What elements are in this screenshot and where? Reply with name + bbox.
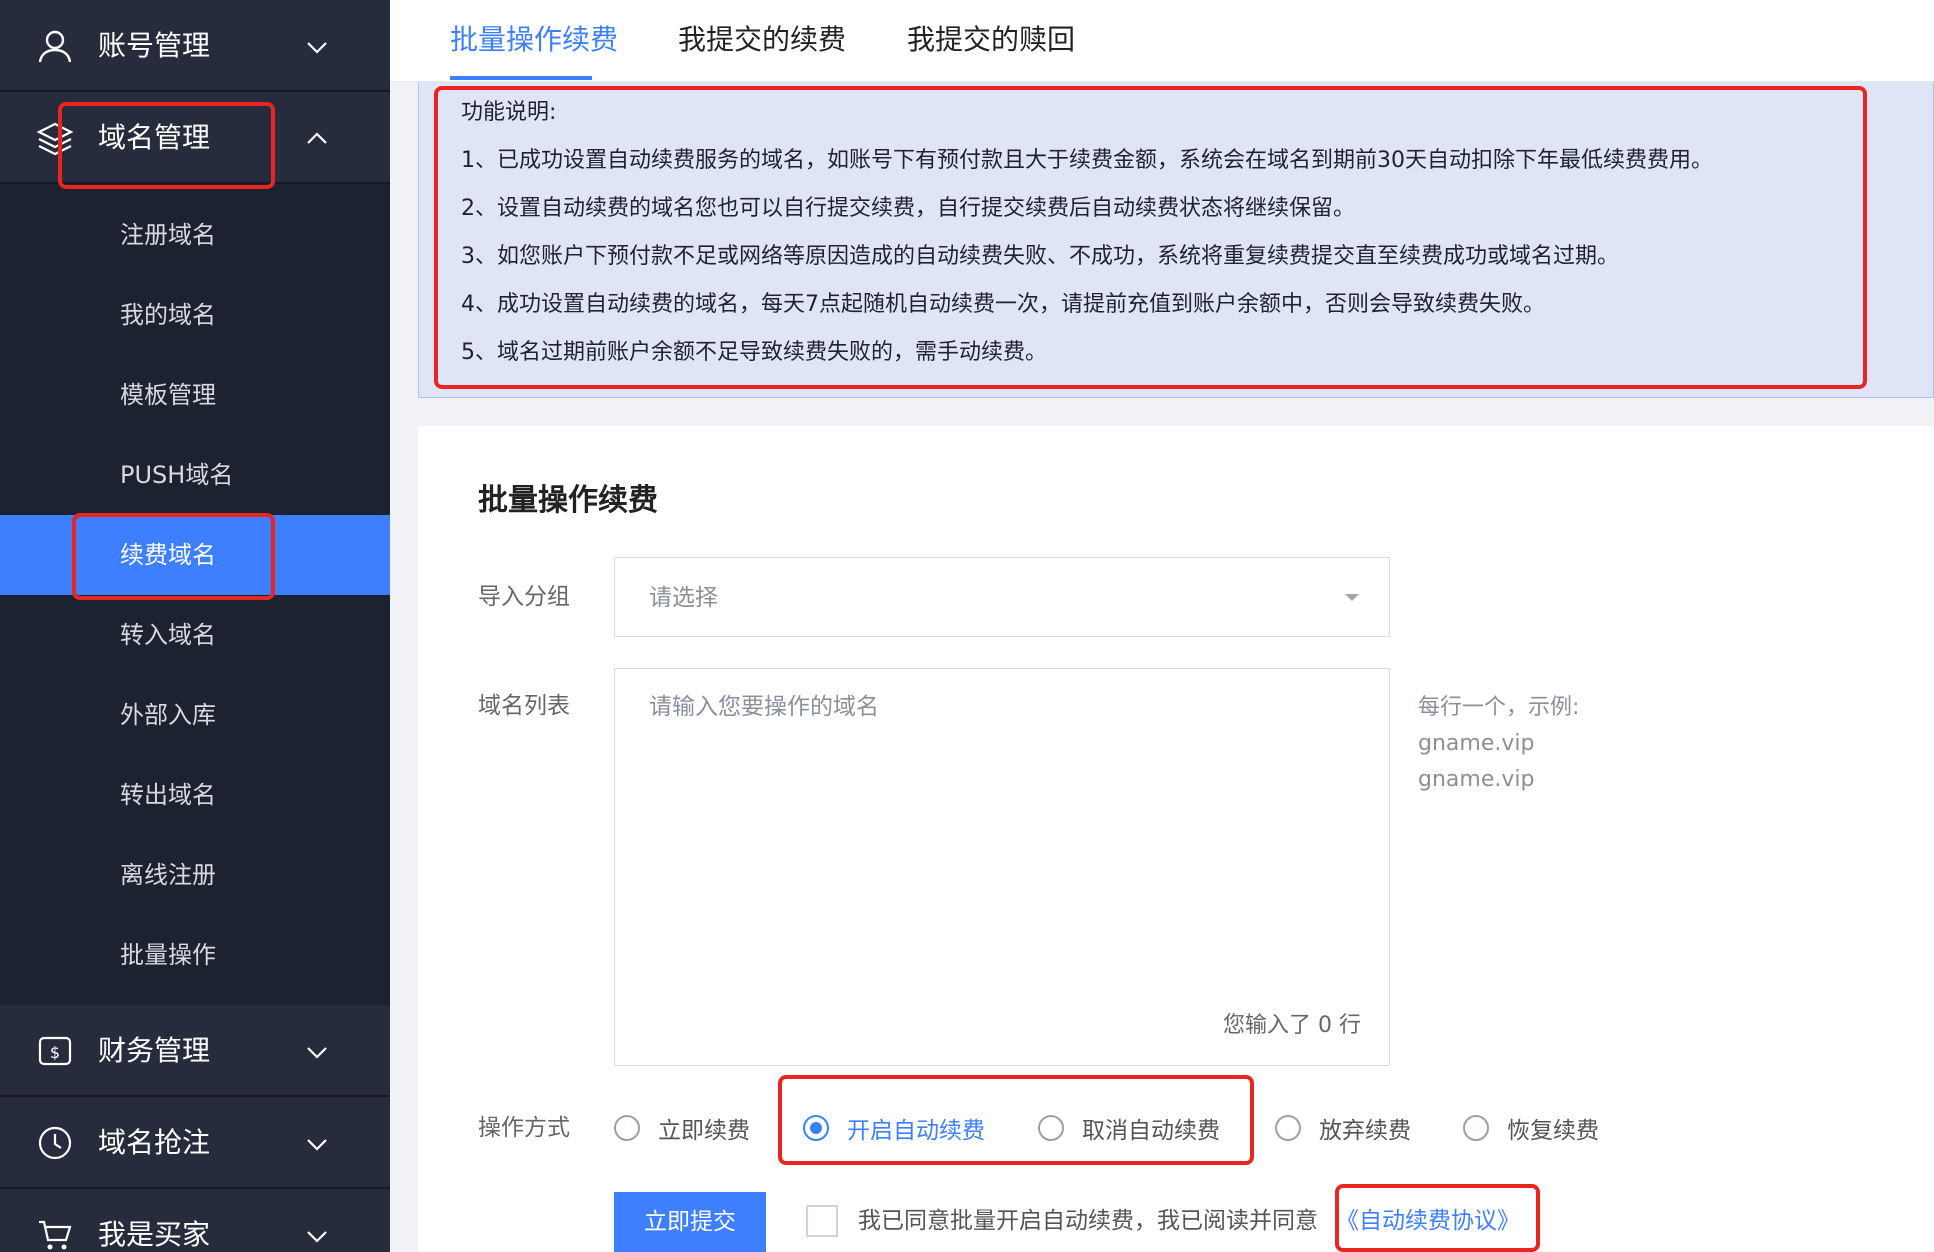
sidebar-item-transfer-in[interactable]: 转入域名 xyxy=(0,595,390,675)
sidebar-item-push[interactable]: PUSH域名 xyxy=(0,435,390,515)
nav-group-label: 域名管理 xyxy=(98,119,210,157)
notice-line: 5、域名过期前账户余额不足导致续费失败的，需手动续费。 xyxy=(461,338,1047,368)
nav-group-finance[interactable]: $ 财务管理 xyxy=(0,1005,390,1097)
nav-group-snatch[interactable]: 域名抢注 xyxy=(0,1097,390,1189)
domain-list-input[interactable]: 请输入您要操作的域名 您输入了 0 行 xyxy=(614,668,1390,1066)
group-select[interactable]: 请选择 xyxy=(614,557,1390,637)
agreement-link[interactable]: 《自动续费协议》 xyxy=(1336,1205,1520,1237)
cart-icon xyxy=(36,1216,74,1252)
clock-icon xyxy=(36,1124,74,1162)
chevron-down-icon xyxy=(302,1221,332,1251)
sidebar-item-external[interactable]: 外部入库 xyxy=(0,675,390,755)
radio-circle xyxy=(614,1115,640,1141)
sidebar-item-register[interactable]: 注册域名 xyxy=(0,195,390,275)
radio-label: 取消自动续费 xyxy=(1082,1111,1220,1145)
notice-panel: 功能说明: 1、已成功设置自动续费服务的域名，如账号下有预付款且大于续费金额，系… xyxy=(418,82,1934,398)
svg-text:$: $ xyxy=(50,1043,60,1062)
radio-abandon-renew[interactable]: 放弃续费 xyxy=(1275,1110,1411,1146)
radio-label: 恢复续费 xyxy=(1507,1111,1599,1145)
agree-checkbox[interactable] xyxy=(806,1205,838,1237)
dollar-icon: $ xyxy=(36,1032,74,1070)
radio-circle xyxy=(1463,1115,1489,1141)
chevron-down-icon xyxy=(302,1037,332,1067)
active-tab-indicator xyxy=(450,76,592,80)
radio-cancel-auto-renew[interactable]: 取消自动续费 xyxy=(1038,1110,1220,1146)
form-title: 批量操作续费 xyxy=(478,481,658,521)
radio-enable-auto-renew[interactable]: 开启自动续费 xyxy=(803,1110,985,1146)
sidebar: 账号管理 域名管理 注册域名 我的域名 模板管理 PUSH域名 续费域名 转入域… xyxy=(0,0,390,1252)
submit-button[interactable]: 立即提交 xyxy=(614,1192,766,1252)
radio-label: 开启自动续费 xyxy=(847,1111,985,1145)
op-label: 操作方式 xyxy=(478,1112,570,1144)
sidebar-item-batch[interactable]: 批量操作 xyxy=(0,915,390,995)
caret-down-icon xyxy=(1345,594,1359,601)
hint-example: gname.vip xyxy=(1418,726,1534,762)
group-label: 导入分组 xyxy=(478,581,570,613)
notice-title: 功能说明: xyxy=(461,98,556,128)
tab-my-renewals[interactable]: 我提交的续费 xyxy=(678,20,846,60)
hint-line: 每行一个，示例: xyxy=(1418,690,1579,726)
notice-line: 2、设置自动续费的域名您也可以自行提交续费，自行提交续费后自动续费状态将继续保留… xyxy=(461,194,1355,224)
domain-list-placeholder: 请输入您要操作的域名 xyxy=(649,691,879,723)
tab-batch-renew[interactable]: 批量操作续费 xyxy=(450,20,618,60)
line-counter: 您输入了 0 行 xyxy=(1223,1011,1361,1041)
layers-icon xyxy=(36,119,74,157)
agree-text: 我已同意批量开启自动续费，我已阅读并同意 xyxy=(858,1205,1318,1237)
notice-line: 3、如您账户下预付款不足或网络等原因造成的自动续费失败、不成功，系统将重复续费提… xyxy=(461,242,1619,272)
nav-group-domain[interactable]: 域名管理 xyxy=(0,92,390,184)
batch-renew-card: 批量操作续费 导入分组 请选择 域名列表 请输入您要操作的域名 您输入了 0 行… xyxy=(418,426,1934,1252)
user-icon xyxy=(36,27,74,65)
radio-label: 放弃续费 xyxy=(1319,1111,1411,1145)
nav-group-label: 账号管理 xyxy=(98,27,210,65)
notice-line: 4、成功设置自动续费的域名，每天7点起随机自动续费一次，请提前充值到账户余额中，… xyxy=(461,290,1545,320)
chevron-up-icon xyxy=(302,124,332,154)
radio-label: 立即续费 xyxy=(658,1111,750,1145)
radio-restore-renew[interactable]: 恢复续费 xyxy=(1463,1110,1599,1146)
nav-group-account[interactable]: 账号管理 xyxy=(0,0,390,92)
notice-line: 1、已成功设置自动续费服务的域名，如账号下有预付款且大于续费金额，系统会在域名到… xyxy=(461,146,1713,176)
radio-circle xyxy=(1275,1115,1301,1141)
sidebar-item-templates[interactable]: 模板管理 xyxy=(0,355,390,435)
tab-my-redemptions[interactable]: 我提交的赎回 xyxy=(907,20,1075,60)
radio-circle xyxy=(803,1115,829,1141)
sidebar-item-my-domains[interactable]: 我的域名 xyxy=(0,275,390,355)
top-tabs: 批量操作续费 我提交的续费 我提交的赎回 xyxy=(390,0,1934,82)
nav-group-label: 域名抢注 xyxy=(98,1124,210,1162)
sidebar-item-offline[interactable]: 离线注册 xyxy=(0,835,390,915)
chevron-down-icon xyxy=(302,1129,332,1159)
group-select-placeholder: 请选择 xyxy=(649,582,718,614)
sidebar-item-renew[interactable]: 续费域名 xyxy=(0,515,390,595)
list-label: 域名列表 xyxy=(478,690,570,722)
radio-renew-now[interactable]: 立即续费 xyxy=(614,1110,750,1146)
nav-group-label: 财务管理 xyxy=(98,1032,210,1070)
radio-circle xyxy=(1038,1115,1064,1141)
nav-group-buyer[interactable]: 我是买家 xyxy=(0,1189,390,1252)
sidebar-item-transfer-out[interactable]: 转出域名 xyxy=(0,755,390,835)
hint-example: gname.vip xyxy=(1418,762,1534,798)
chevron-down-icon xyxy=(302,32,332,62)
nav-group-label: 我是买家 xyxy=(98,1216,210,1252)
